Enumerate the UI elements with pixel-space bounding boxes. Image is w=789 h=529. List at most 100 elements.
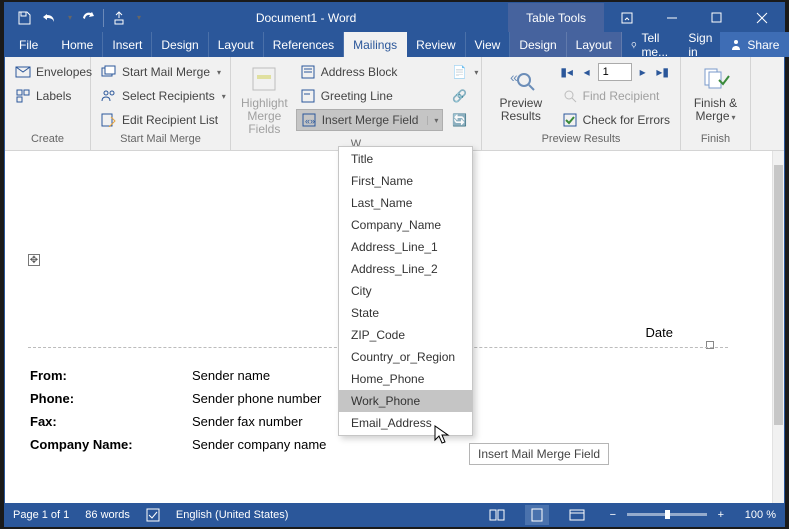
tab-layout[interactable]: Layout xyxy=(209,32,264,57)
merge-field-item[interactable]: Home_Phone xyxy=(339,368,472,390)
finish-merge-button[interactable]: Finish & Merge▾ xyxy=(687,61,744,126)
check-errors-button[interactable]: Check for Errors xyxy=(558,109,674,131)
insert-merge-field-button[interactable]: «» Insert Merge Field ▾ xyxy=(296,109,444,131)
proofing-button[interactable] xyxy=(146,508,160,522)
tab-mailings[interactable]: Mailings xyxy=(344,32,407,57)
merge-field-item[interactable]: Address_Line_2 xyxy=(339,258,472,280)
highlight-merge-fields-button: Highlight Merge Fields xyxy=(237,61,292,138)
tab-table-design[interactable]: Design xyxy=(510,32,566,57)
share-button[interactable]: Share xyxy=(720,32,789,57)
maximize-button[interactable] xyxy=(694,3,739,32)
merge-field-item[interactable]: ZIP_Code xyxy=(339,324,472,346)
start-mail-merge-button[interactable]: Start Mail Merge▾ xyxy=(97,61,230,83)
merge-field-item[interactable]: Last_Name xyxy=(339,192,472,214)
last-record-button[interactable]: ▸▮ xyxy=(654,62,672,82)
save-button[interactable] xyxy=(11,4,37,32)
tab-references[interactable]: References xyxy=(264,32,344,57)
qat-separator xyxy=(103,9,104,27)
date-field[interactable]: Date xyxy=(646,325,673,340)
field-label[interactable]: From: xyxy=(30,365,190,386)
finish-icon xyxy=(700,63,732,95)
address-block-button[interactable]: Address Block xyxy=(296,61,444,83)
merge-field-item[interactable]: Company_Name xyxy=(339,214,472,236)
merge-field-item[interactable]: Address_Line_1 xyxy=(339,236,472,258)
svg-text:«: « xyxy=(510,69,518,85)
word-count[interactable]: 86 words xyxy=(85,509,130,521)
merge-field-item[interactable]: City xyxy=(339,280,472,302)
record-navigation: ▮◂ ◂ 1 ▸ ▸▮ xyxy=(558,61,674,83)
highlight-label: Highlight Merge Fields xyxy=(241,97,288,136)
labels-label: Labels xyxy=(36,89,71,103)
edit-recipient-list-button[interactable]: Edit Recipient List xyxy=(97,109,230,131)
preview-icon: « xyxy=(505,63,537,95)
field-label[interactable]: Fax: xyxy=(30,411,190,432)
qat-customize[interactable]: ▾ xyxy=(132,4,144,32)
envelopes-button[interactable]: Envelopes xyxy=(11,61,96,83)
mail-merge-icon xyxy=(101,64,117,80)
match-fields-button: 🔗 xyxy=(447,85,482,107)
ribbon-options-button[interactable] xyxy=(604,3,649,32)
prev-record-button[interactable]: ◂ xyxy=(578,62,596,82)
table-anchor-icon[interactable]: ✥ xyxy=(28,254,40,266)
quick-access-toolbar: ▾ ▾ xyxy=(5,3,144,32)
group-finish: Finish & Merge▾ Finish xyxy=(681,57,751,150)
print-layout-button[interactable] xyxy=(525,505,549,525)
merge-field-item[interactable]: First_Name xyxy=(339,170,472,192)
read-mode-button[interactable] xyxy=(485,505,509,525)
record-number-input[interactable]: 1 xyxy=(598,63,632,81)
close-button[interactable] xyxy=(739,3,784,32)
merge-field-item[interactable]: Country_or_Region xyxy=(339,346,472,368)
merge-field-item[interactable]: Title xyxy=(339,148,472,170)
tab-home[interactable]: Home xyxy=(52,32,103,57)
preview-results-button[interactable]: « Preview Results xyxy=(488,61,554,125)
field-value[interactable]: Sender company name xyxy=(192,434,392,455)
greeting-line-button[interactable]: Greeting Line xyxy=(296,85,444,107)
field-label[interactable]: Phone: xyxy=(30,388,190,409)
cursor-icon xyxy=(434,425,450,445)
merge-field-item[interactable]: State xyxy=(339,302,472,324)
tab-insert[interactable]: Insert xyxy=(103,32,152,57)
field-label[interactable]: Company Name: xyxy=(30,434,190,455)
select-recipients-label: Select Recipients xyxy=(122,89,215,103)
tell-me-label: Tell me... xyxy=(641,31,672,59)
zoom-in-button[interactable]: + xyxy=(713,509,729,521)
recipients-icon xyxy=(101,88,117,104)
window-title: Document1 - Word xyxy=(144,11,468,25)
zoom-slider[interactable] xyxy=(627,513,707,516)
touch-mode-button[interactable] xyxy=(106,4,132,32)
window-controls xyxy=(604,3,784,32)
select-recipients-button[interactable]: Select Recipients▾ xyxy=(97,85,230,107)
scrollbar-thumb[interactable] xyxy=(774,165,783,425)
sign-in[interactable]: Sign in xyxy=(680,32,720,57)
undo-dropdown[interactable]: ▾ xyxy=(63,4,75,32)
tell-me[interactable]: Tell me... xyxy=(622,32,681,57)
insert-merge-field-label: Insert Merge Field xyxy=(322,113,419,127)
redo-button[interactable] xyxy=(75,4,101,32)
tab-review[interactable]: Review xyxy=(407,32,465,57)
tab-file[interactable]: File xyxy=(5,32,52,57)
tab-table-layout[interactable]: Layout xyxy=(567,32,622,57)
vertical-scrollbar[interactable] xyxy=(772,151,784,503)
table-tools-label: Table Tools xyxy=(508,3,604,32)
tab-view[interactable]: View xyxy=(466,32,511,57)
group-finish-label: Finish xyxy=(681,133,750,150)
zoom-out-button[interactable]: − xyxy=(605,509,621,521)
merge-field-icon: «» xyxy=(301,112,317,128)
minimize-button[interactable] xyxy=(649,3,694,32)
page-indicator[interactable]: Page 1 of 1 xyxy=(13,509,69,521)
web-layout-button[interactable] xyxy=(565,505,589,525)
undo-button[interactable] xyxy=(37,4,63,32)
preview-results-label: Preview Results xyxy=(492,97,550,123)
zoom-level[interactable]: 100 % xyxy=(745,509,776,521)
edit-recipient-list-label: Edit Recipient List xyxy=(122,113,218,127)
first-record-button[interactable]: ▮◂ xyxy=(558,62,576,82)
tab-design[interactable]: Design xyxy=(152,32,208,57)
group-create: Envelopes Labels Create xyxy=(5,57,91,150)
language-indicator[interactable]: English (United States) xyxy=(176,509,289,521)
zoom-slider-thumb[interactable] xyxy=(665,510,670,519)
merge-field-item[interactable]: Email_Address xyxy=(339,412,472,434)
next-record-button[interactable]: ▸ xyxy=(634,62,652,82)
labels-button[interactable]: Labels xyxy=(11,85,96,107)
merge-field-item[interactable]: Work_Phone xyxy=(339,390,472,412)
envelope-icon xyxy=(15,64,31,80)
